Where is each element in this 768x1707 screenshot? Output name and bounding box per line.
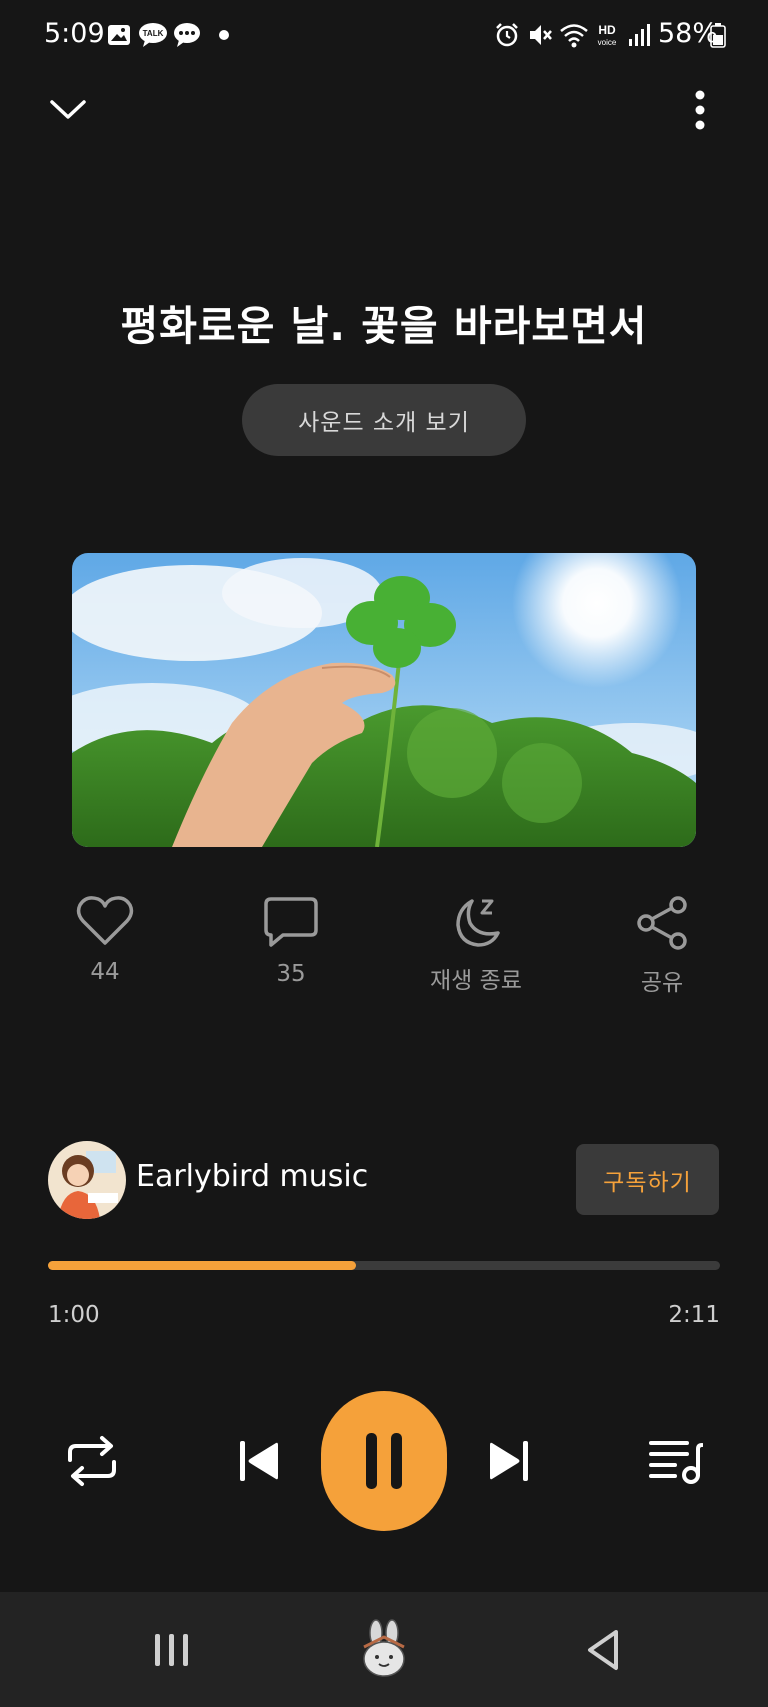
svg-text:voice: voice [598, 38, 617, 47]
hd-voice-icon: HD voice [598, 23, 617, 47]
progress-fill [48, 1261, 356, 1270]
channel-name[interactable]: Earlybird music [136, 1159, 368, 1194]
battery-percent: 58% [658, 18, 719, 49]
sound-intro-button[interactable]: 사운드 소개 보기 [242, 384, 526, 456]
like-count: 44 [90, 959, 120, 985]
status-bar: 5:09 TALK HD voice 58% [0, 0, 768, 72]
back-icon [588, 1630, 618, 1670]
gallery-icon [108, 25, 130, 45]
skip-previous-icon [240, 1441, 278, 1481]
playlist-button[interactable] [642, 1431, 708, 1491]
play-pause-button[interactable] [321, 1391, 447, 1531]
like-action[interactable]: 44 [40, 895, 170, 985]
share-icon [637, 896, 687, 950]
previous-button[interactable] [228, 1431, 288, 1491]
bunny-home-icon [363, 1619, 405, 1677]
chevron-down-icon [50, 100, 86, 119]
recent-apps-button[interactable] [140, 1620, 204, 1680]
kakaotalk-icon: TALK [139, 23, 167, 47]
track-title: 평화로운 날. 꽃을 바라보면서 [120, 302, 648, 350]
repeat-button[interactable] [56, 1431, 128, 1491]
svg-text:TALK: TALK [143, 29, 164, 38]
heart-icon [76, 896, 134, 945]
back-button[interactable] [572, 1620, 636, 1680]
svg-text:HD: HD [598, 23, 616, 37]
system-nav-bar [0, 1592, 768, 1707]
mute-icon [530, 25, 552, 45]
channel-avatar[interactable] [48, 1141, 126, 1219]
track-artwork [72, 553, 696, 847]
current-time: 1:00 [48, 1302, 100, 1328]
dot-icon [219, 30, 229, 40]
pause-icon [366, 1433, 402, 1489]
share-label: 공유 [640, 970, 684, 996]
comment-icon [264, 897, 318, 947]
playlist-icon [649, 1441, 703, 1484]
more-vertical-icon [695, 90, 705, 130]
battery-icon [710, 23, 726, 48]
subscribe-button[interactable]: 구독하기 [576, 1144, 719, 1215]
skip-next-icon [490, 1441, 528, 1481]
next-button[interactable] [480, 1431, 540, 1491]
repeat-icon [68, 1436, 116, 1486]
home-button[interactable] [352, 1614, 416, 1684]
chat-icon [174, 23, 200, 47]
wifi-icon [560, 24, 588, 48]
total-time: 2:11 [668, 1302, 720, 1328]
alarm-icon [496, 23, 518, 47]
signal-icon [629, 24, 650, 46]
comment-count: 35 [276, 961, 306, 987]
share-action[interactable]: 공유 [597, 895, 727, 997]
progress-bar[interactable] [48, 1261, 720, 1270]
collapse-button[interactable] [38, 80, 98, 140]
sleep-timer-action[interactable]: 재생 종료 [411, 895, 541, 995]
status-time: 5:09 [44, 18, 105, 49]
sleep-timer-icon [456, 899, 500, 947]
sleep-timer-label: 재생 종료 [430, 968, 522, 994]
comment-action[interactable]: 35 [226, 895, 356, 987]
more-options-button[interactable] [670, 80, 730, 140]
recent-apps-icon [155, 1634, 188, 1666]
